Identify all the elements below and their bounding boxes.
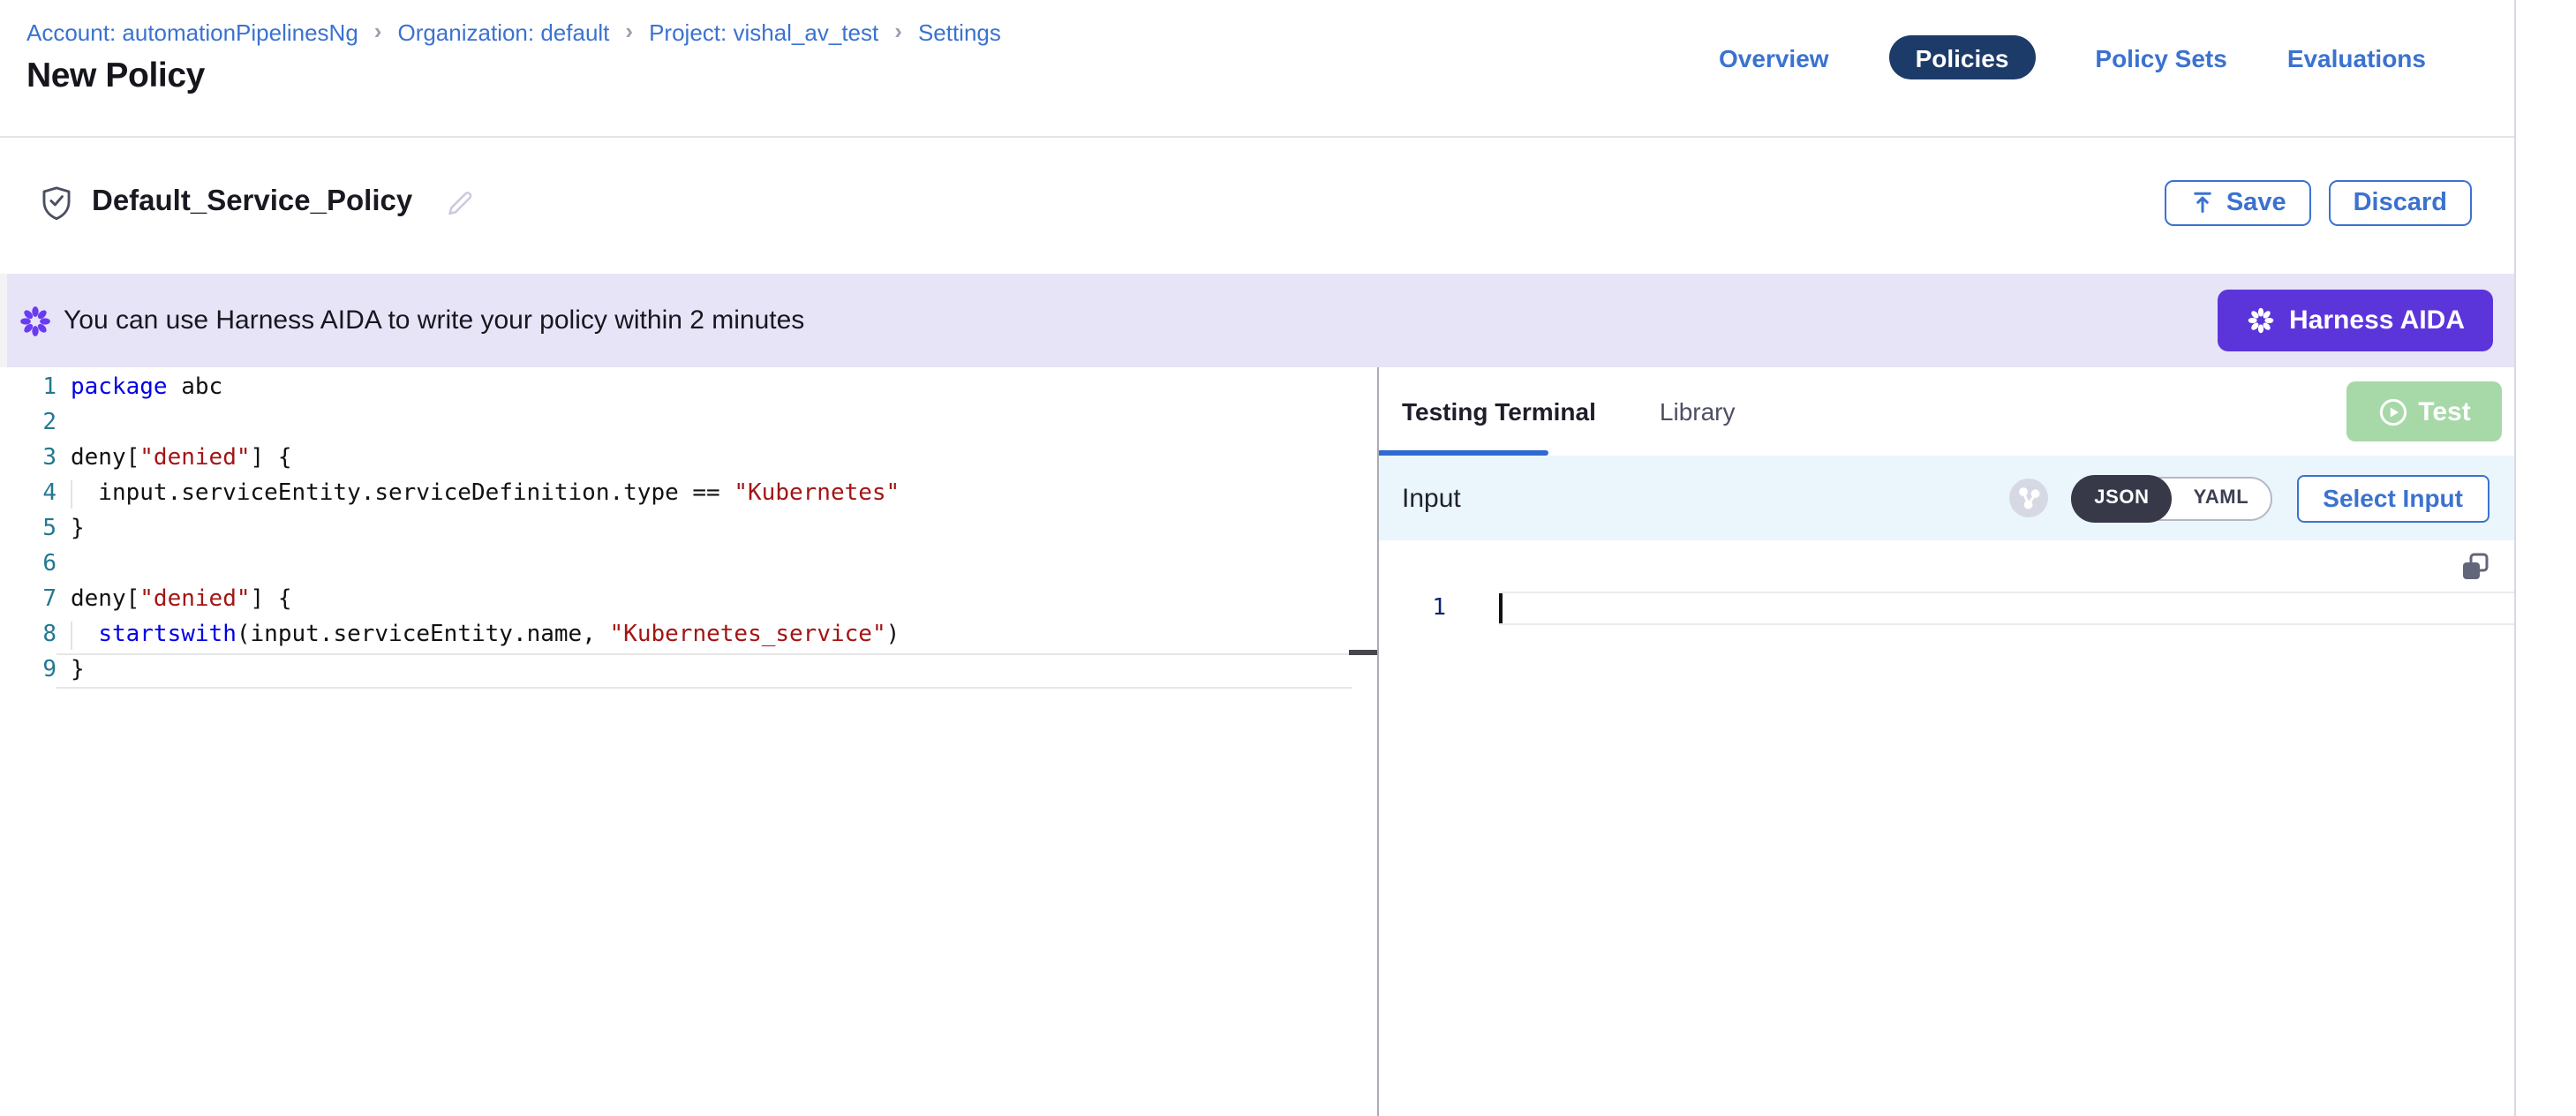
aida-banner: You can use Harness AIDA to write your p… [7,274,2514,367]
tab-testing-terminal[interactable]: Testing Terminal [1402,397,1596,426]
input-label: Input [1402,483,1461,513]
nav-item-evaluations[interactable]: Evaluations [2287,43,2426,72]
line-number: 5 [7,512,56,547]
aida-flower-icon-white [2245,305,2275,336]
input-current-line [1499,592,2514,625]
upload-icon [2189,189,2216,215]
breadcrumb: Account: automationPipelinesNg › Organizat… [26,19,1001,46]
breadcrumb-item[interactable]: Organization: default [397,19,609,46]
input-line-number: 1 [1379,592,1446,625]
aida-flower-icon [18,303,53,338]
code-line-2[interactable]: 2 [7,406,1377,441]
chevron-right-icon: › [625,18,633,44]
save-button[interactable]: Save [2165,179,2311,225]
discard-label: Discard [2354,188,2447,216]
line-number: 4 [7,477,56,512]
test-button-label: Test [2418,396,2470,426]
select-input-button[interactable]: Select Input [2296,474,2489,522]
edit-pencil-icon[interactable] [444,187,474,217]
toolbar-actions: Save Discard [2165,179,2472,225]
harness-aida-button[interactable]: Harness AIDA [2217,290,2493,351]
toggle-yaml[interactable]: YAML [2173,487,2271,509]
line-content: deny["denied"] { [56,441,292,477]
code-line-9[interactable]: 9} [7,653,1377,689]
line-number: 2 [7,406,56,441]
discard-button[interactable]: Discard [2329,179,2472,225]
breadcrumb-item[interactable]: Account: automationPipelinesNg [26,19,358,46]
aida-button-label: Harness AIDA [2289,305,2465,336]
line-number: 7 [7,583,56,618]
line-content: package abc [56,371,222,406]
chevron-right-icon: › [894,18,902,44]
fork-icon[interactable] [2009,479,2048,517]
code-line-4[interactable]: 4 input.serviceEntity.serviceDefinition.… [7,477,1377,512]
line-content [56,547,71,583]
testing-tabs: Testing Terminal Library Test [1379,367,2514,456]
copy-icon[interactable] [2459,551,2491,583]
chevron-right-icon: › [374,18,382,44]
code-line-5[interactable]: 5} [7,512,1377,547]
line-number: 6 [7,547,56,583]
input-section-header: Input JSON YAML [1379,456,2514,540]
line-content [56,406,71,441]
line-content: } [56,653,85,689]
page-right-boundary [2514,0,2516,1116]
active-tab-underline [1379,449,1548,456]
policy-name: Default_Service_Policy [92,185,412,219]
line-content: startswith(input.serviceEntity.name, "Ku… [56,618,900,653]
play-icon [2377,396,2407,426]
line-number: 9 [7,653,56,689]
input-editor[interactable]: 1 [1379,540,2514,1116]
line-content: input.serviceEntity.serviceDefinition.ty… [56,477,900,512]
policy-editor-page: Account: automationPipelinesNg › Organizat… [0,0,2576,1116]
nav-item-policy-sets[interactable]: Policy Sets [2095,43,2226,72]
line-content: } [56,512,85,547]
text-cursor [1499,593,1503,623]
policy-code-editor[interactable]: 1package abc23deny["denied"] {4 input.se… [7,367,1377,1116]
breadcrumb-item[interactable]: Settings [918,19,1001,46]
format-toggle: JSON YAML [2071,476,2271,520]
nav-item-overview[interactable]: Overview [1719,43,1829,72]
policy-toolbar: Default_Service_Policy Save Discard [0,138,2514,274]
line-number: 1 [7,371,56,406]
page-header: Account: automationPipelinesNg › Organizat… [0,0,2514,138]
breadcrumb-item[interactable]: Project: vishal_av_test [649,19,878,46]
page-title: New Policy [26,57,205,97]
line-content: deny["denied"] { [56,583,292,618]
tab-library[interactable]: Library [1660,397,1736,426]
aida-banner-message: You can use Harness AIDA to write your p… [64,305,804,336]
code-line-7[interactable]: 7deny["denied"] { [7,583,1377,618]
shield-check-icon [41,185,72,220]
line-number: 8 [7,618,56,653]
code-line-3[interactable]: 3deny["denied"] { [7,441,1377,477]
line-number: 3 [7,441,56,477]
top-nav: Overview Policies Policy Sets Evaluations [1719,35,2426,79]
code-line-1[interactable]: 1package abc [7,371,1377,406]
toggle-json[interactable]: JSON [2071,474,2172,522]
save-label: Save [2226,188,2286,216]
overview-ruler-cursor-mark [1349,650,1377,655]
main-area: 1package abc23deny["denied"] {4 input.se… [0,367,2514,1116]
code-line-8[interactable]: 8 startswith(input.serviceEntity.name, "… [7,618,1377,653]
code-line-6[interactable]: 6 [7,547,1377,583]
test-button[interactable]: Test [2346,381,2502,441]
testing-panel: Testing Terminal Library Test Input [1379,367,2514,1116]
nav-item-policies[interactable]: Policies [1889,35,2036,79]
